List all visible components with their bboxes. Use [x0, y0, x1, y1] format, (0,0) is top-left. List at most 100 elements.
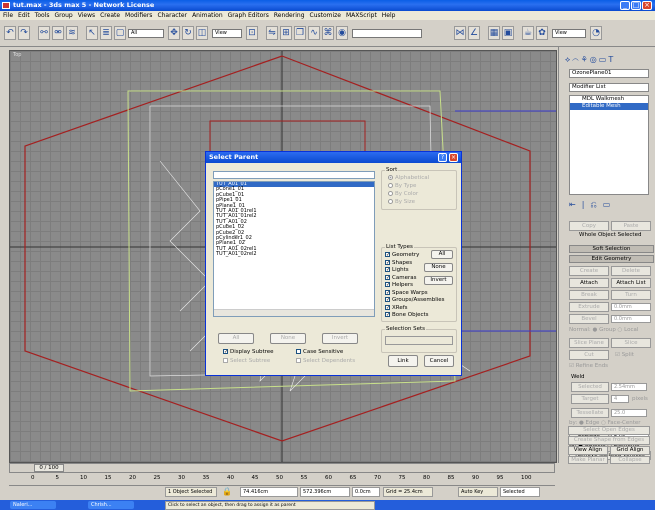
menu-item-tools[interactable]: Tools	[35, 11, 50, 20]
undo-icon[interactable]: ↶	[4, 26, 16, 40]
stack-controls-icons[interactable]: ⇤|⎌▭	[569, 200, 649, 210]
type-checkbox-groups-assemblies[interactable]: ✓ Groups/Assemblies	[385, 297, 445, 303]
type-checkbox-cameras[interactable]: ✓ Cameras	[385, 274, 416, 281]
types-invert-button[interactable]: Invert	[424, 276, 453, 285]
time-slider-track[interactable]	[9, 463, 555, 473]
menu-item-rendering[interactable]: Rendering	[274, 11, 305, 20]
select-dependents-checkbox[interactable]: Select Dependents	[296, 358, 355, 364]
render-last-icon[interactable]: ◔	[590, 26, 602, 40]
soft-selection-rollout[interactable]: Soft Selection	[569, 245, 654, 253]
track-bar[interactable]: 0 5 10 15 20 25 30 35 40 45 50 55 60 65 70 75 80 85 90 95 10…	[9, 474, 555, 486]
extrude-spinner[interactable]: 0.0mm	[611, 303, 651, 311]
time-slider[interactable]: 0 / 100	[34, 464, 64, 472]
sort-radio-by-color[interactable]: By Color	[388, 191, 418, 197]
weld-threshold-spinner[interactable]: 2.54mm	[611, 383, 647, 391]
quick-render-icon[interactable]: ✿	[536, 26, 548, 40]
menu-item-views[interactable]: Views	[78, 11, 95, 20]
stack-item-editable-mesh[interactable]: Editable Mesh	[570, 103, 648, 110]
key-mode-dropdown[interactable]: Selected	[500, 487, 540, 497]
taskbar-item-2[interactable]: Chrish...	[88, 501, 134, 509]
redo-icon[interactable]: ↷	[18, 26, 30, 40]
teapot-icon[interactable]: ☕	[522, 26, 534, 40]
normal-group-local[interactable]: Normal: ● Group ○ Local	[569, 327, 638, 333]
bevel-spinner[interactable]: 0.0mm	[611, 315, 651, 323]
create-button[interactable]: Create	[569, 266, 609, 276]
select-subtree-checkbox[interactable]: Select Subtree	[223, 358, 270, 364]
object-name-field[interactable]: OzonePlane01	[569, 69, 649, 78]
mirror-icon[interactable]: ⇋	[266, 26, 278, 40]
slice-button[interactable]: Slice	[611, 338, 651, 348]
auto-key-button[interactable]: Auto Key	[458, 487, 498, 497]
list-none-button[interactable]: None	[270, 333, 306, 344]
unlink-icon[interactable]: ⚮	[52, 26, 64, 40]
modifier-list-dropdown[interactable]: Modifier List	[569, 83, 649, 92]
region-icon[interactable]: ▢	[114, 26, 126, 40]
select-by-name-icon[interactable]: ≣	[100, 26, 112, 40]
bevel-button[interactable]: Bevel	[569, 314, 609, 324]
type-checkbox-helpers[interactable]: ✓ Helpers	[385, 282, 413, 288]
lock-icon[interactable]: 🔒	[222, 487, 232, 496]
type-checkbox-lights[interactable]: ✓ Lights	[385, 267, 409, 273]
selection-sets-dropdown[interactable]	[385, 336, 453, 345]
type-checkbox-bone-objects[interactable]: ✓ Bone Objects	[385, 312, 429, 318]
sort-radio-by-type[interactable]: By Type	[388, 183, 416, 189]
stack-item-walkmesh[interactable]: MDL Walkmesh	[570, 96, 648, 103]
list-item[interactable]: TUT_A01_02rel2	[214, 251, 374, 257]
y-coordinate[interactable]: 572.396cm	[300, 487, 350, 497]
close-icon[interactable]: ×	[642, 1, 652, 10]
list-horizontal-scrollbar[interactable]	[214, 309, 374, 316]
bind-space-warp-icon[interactable]: ≋	[66, 26, 78, 40]
panel-tabs-icons[interactable]: ⟡⌒⚘◎▭T	[565, 55, 653, 65]
type-checkbox-geometry[interactable]: ✓ Geometry	[385, 252, 419, 258]
select-object-icon[interactable]: ↖	[86, 26, 98, 40]
ref-coord-dropdown[interactable]: View	[212, 29, 242, 38]
turn-button[interactable]: Turn	[611, 290, 651, 300]
collapse-button[interactable]: Collapse	[610, 456, 650, 464]
select-move-icon[interactable]: ✥	[168, 26, 180, 40]
tessellate-button[interactable]: Tessellate	[571, 408, 609, 418]
render-type-dropdown[interactable]: View	[552, 29, 586, 38]
attach-button[interactable]: Attach	[569, 278, 609, 288]
render-icon[interactable]: ▣	[502, 26, 514, 40]
menu-item-character[interactable]: Character	[157, 11, 187, 20]
split-checkbox[interactable]: ☑ Split	[615, 352, 634, 358]
select-open-edges-button[interactable]: Select Open Edges	[568, 426, 650, 435]
menu-item-edit[interactable]: Edit	[18, 11, 30, 20]
menu-item-modifiers[interactable]: Modifiers	[125, 11, 152, 20]
link-button[interactable]: Link	[388, 355, 418, 367]
menu-item-graph-editors[interactable]: Graph Editors	[228, 11, 269, 20]
grid-align-button[interactable]: Grid Align	[610, 446, 650, 455]
type-checkbox-xrefs[interactable]: ✓ XRefs	[385, 304, 408, 311]
menu-item-file[interactable]: File	[3, 11, 13, 20]
cut-button[interactable]: Cut	[569, 350, 609, 360]
name-filter-input[interactable]	[213, 171, 375, 179]
minimize-icon[interactable]: _	[620, 1, 630, 10]
x-coordinate[interactable]: 74.416cm	[240, 487, 298, 497]
sort-radio-by-size[interactable]: By Size	[388, 199, 415, 205]
modifier-stack[interactable]: MDL Walkmesh Editable Mesh	[569, 95, 649, 195]
refine-ends-checkbox[interactable]: ☑ Refine Ends	[569, 363, 608, 369]
attach-list-button[interactable]: Attach List	[611, 278, 651, 288]
view-align-button[interactable]: View Align	[568, 446, 608, 455]
list-all-button[interactable]: All	[218, 333, 254, 344]
display-subtree-checkbox[interactable]: ✓ Display Subtree	[223, 349, 274, 355]
help-icon[interactable]: ?	[438, 153, 447, 162]
type-checkbox-shapes[interactable]: ✓ Shapes	[385, 259, 412, 266]
break-button[interactable]: Break	[569, 290, 609, 300]
dialog-close-icon[interactable]: ×	[449, 153, 458, 162]
menu-item-customize[interactable]: Customize	[310, 11, 342, 20]
link-icon[interactable]: ⚯	[38, 26, 50, 40]
edit-geometry-rollout[interactable]: Edit Geometry	[569, 255, 654, 263]
menu-item-maxscript[interactable]: MAXScript	[346, 11, 377, 20]
snap-icon[interactable]: ⋈	[454, 26, 466, 40]
delete-button[interactable]: Delete	[611, 266, 651, 276]
slice-plane-button[interactable]: Slice Plane	[569, 338, 609, 348]
menu-item-animation[interactable]: Animation	[192, 11, 223, 20]
menu-item-help[interactable]: Help	[382, 11, 396, 20]
schematic-icon[interactable]: ⌘	[322, 26, 334, 40]
object-list[interactable]: TUT_A01_01 pCone1_01 pCube1_01 pPipe1_01 pPl…	[213, 181, 375, 317]
render-setup-icon[interactable]: ▦	[488, 26, 500, 40]
menu-item-group[interactable]: Group	[54, 11, 72, 20]
types-none-button[interactable]: None	[424, 263, 453, 272]
menu-item-create[interactable]: Create	[100, 11, 120, 20]
